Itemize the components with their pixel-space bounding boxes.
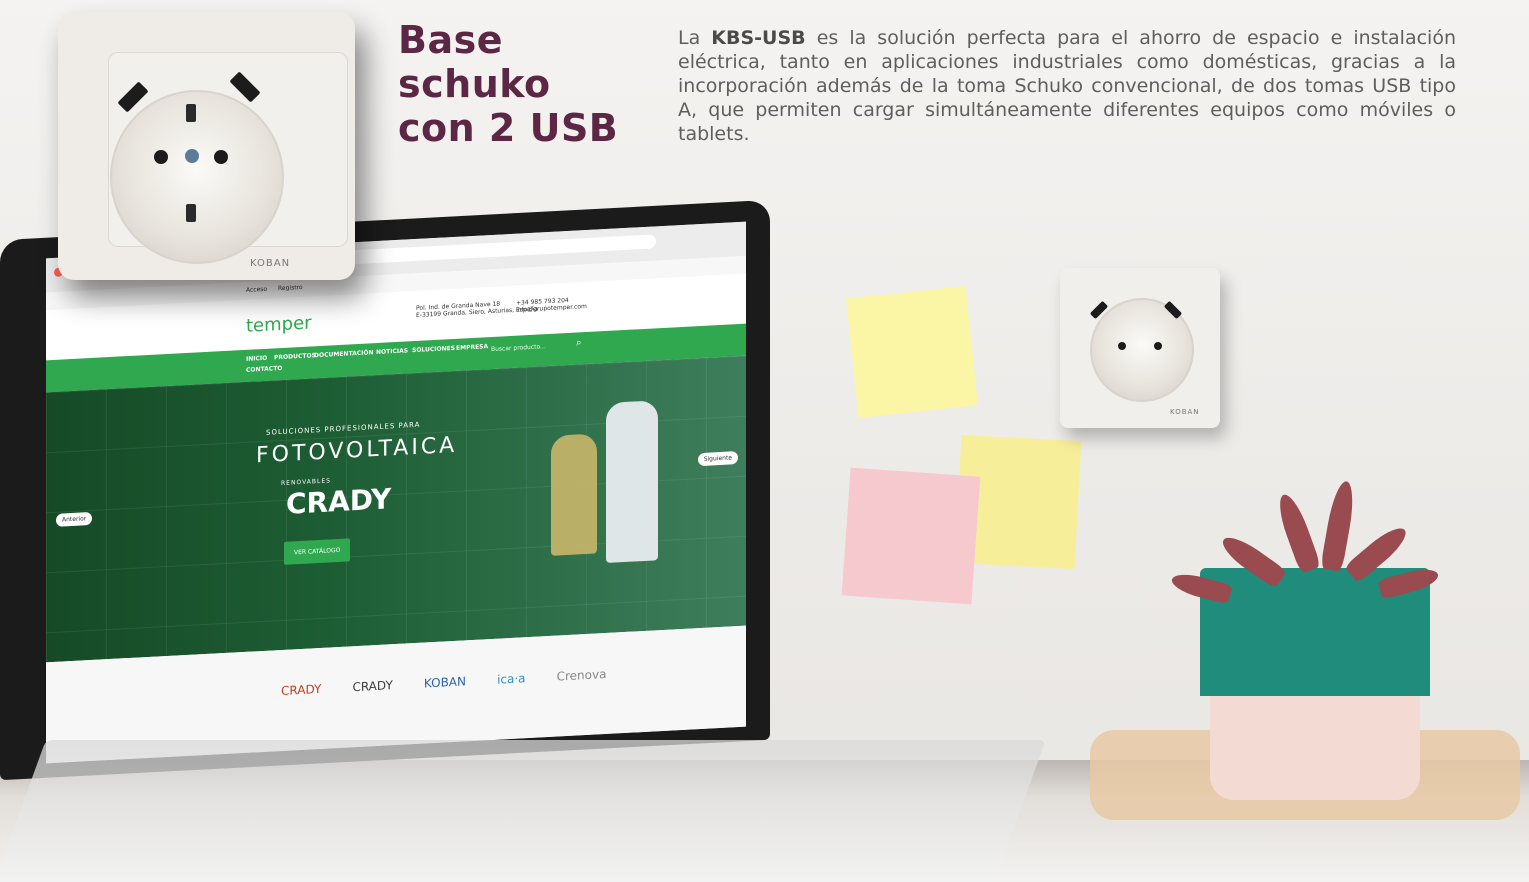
sticky-note-pink [841, 467, 981, 605]
login-link[interactable]: Acceso [246, 286, 267, 294]
catalog-button[interactable]: VER CATÁLOGO [284, 538, 351, 565]
socket-pin-icon [154, 150, 168, 164]
site-search-input[interactable]: Buscar producto... [491, 343, 546, 353]
engineer-figure [606, 400, 658, 563]
socket-pin-icon [214, 150, 228, 164]
nav-empresa[interactable]: EMPRESA [456, 343, 488, 352]
wall-socket: KOBAN [1060, 268, 1220, 428]
socket-well [110, 90, 284, 264]
title-line-2: con 2 USB [398, 106, 619, 150]
site-contact: +34 985 793 204 info@grupotemper.com [516, 296, 587, 314]
product-photo: KOBAN [58, 12, 355, 280]
worker-figure [551, 433, 597, 556]
partner-logo-crenova[interactable]: Crenova [557, 667, 607, 684]
partner-logo-koban[interactable]: KOBAN [424, 674, 466, 690]
socket-pin-icon [1118, 342, 1126, 350]
product-description: La KBS-USB es la solución perfecta para … [678, 26, 1456, 146]
laptop-screen: Acceso Registro temper Pol. Ind. de Gran… [46, 221, 746, 764]
socket-pin-icon [1154, 342, 1162, 350]
screw-icon [185, 149, 199, 163]
succulent-leaf [1320, 479, 1358, 572]
hero-banner: SOLUCIONES PROFESIONALES PARA FOTOVOLTAI… [46, 355, 746, 663]
nav-documentacion[interactable]: DOCUMENTACIÓN [314, 349, 373, 359]
page-title: Base schuko con 2 USB [398, 18, 658, 150]
nav-contacto[interactable]: CONTACTO [246, 365, 282, 374]
nav-inicio[interactable]: INICIO [246, 355, 267, 363]
site-logo[interactable]: temper [246, 312, 312, 336]
earth-clip-icon [186, 104, 196, 122]
partner-logo-crady[interactable]: CRADY [281, 682, 321, 698]
description-prefix: La [678, 27, 712, 49]
partner-logo-crady-2[interactable]: CRADY [352, 678, 392, 694]
socket-brand: KOBAN [250, 258, 291, 269]
wall-socket-brand: KOBAN [1170, 408, 1200, 416]
product-code: KBS-USB [711, 27, 806, 49]
sticky-note-yellow [846, 286, 978, 418]
succulent-leaf [1273, 491, 1322, 574]
register-link[interactable]: Registro [278, 284, 303, 292]
nav-noticias[interactable]: NOTICIAS [376, 347, 408, 356]
search-icon[interactable]: ⌕ [576, 337, 582, 348]
prev-slide-button[interactable]: Anterior [56, 511, 93, 527]
nav-soluciones[interactable]: SOLUCIONES [412, 345, 455, 354]
partner-logo-icasa[interactable]: ica·a [497, 671, 525, 686]
earth-clip-icon [186, 204, 196, 222]
nav-productos[interactable]: PRODUCTOS [274, 352, 316, 361]
next-slide-button[interactable]: Siguiente [697, 451, 738, 467]
title-line-1: Base schuko [398, 18, 551, 106]
pot-bottom [1210, 690, 1420, 800]
hero-brand-logo: CRADY [286, 482, 392, 521]
laptop-keyboard [0, 740, 1046, 882]
